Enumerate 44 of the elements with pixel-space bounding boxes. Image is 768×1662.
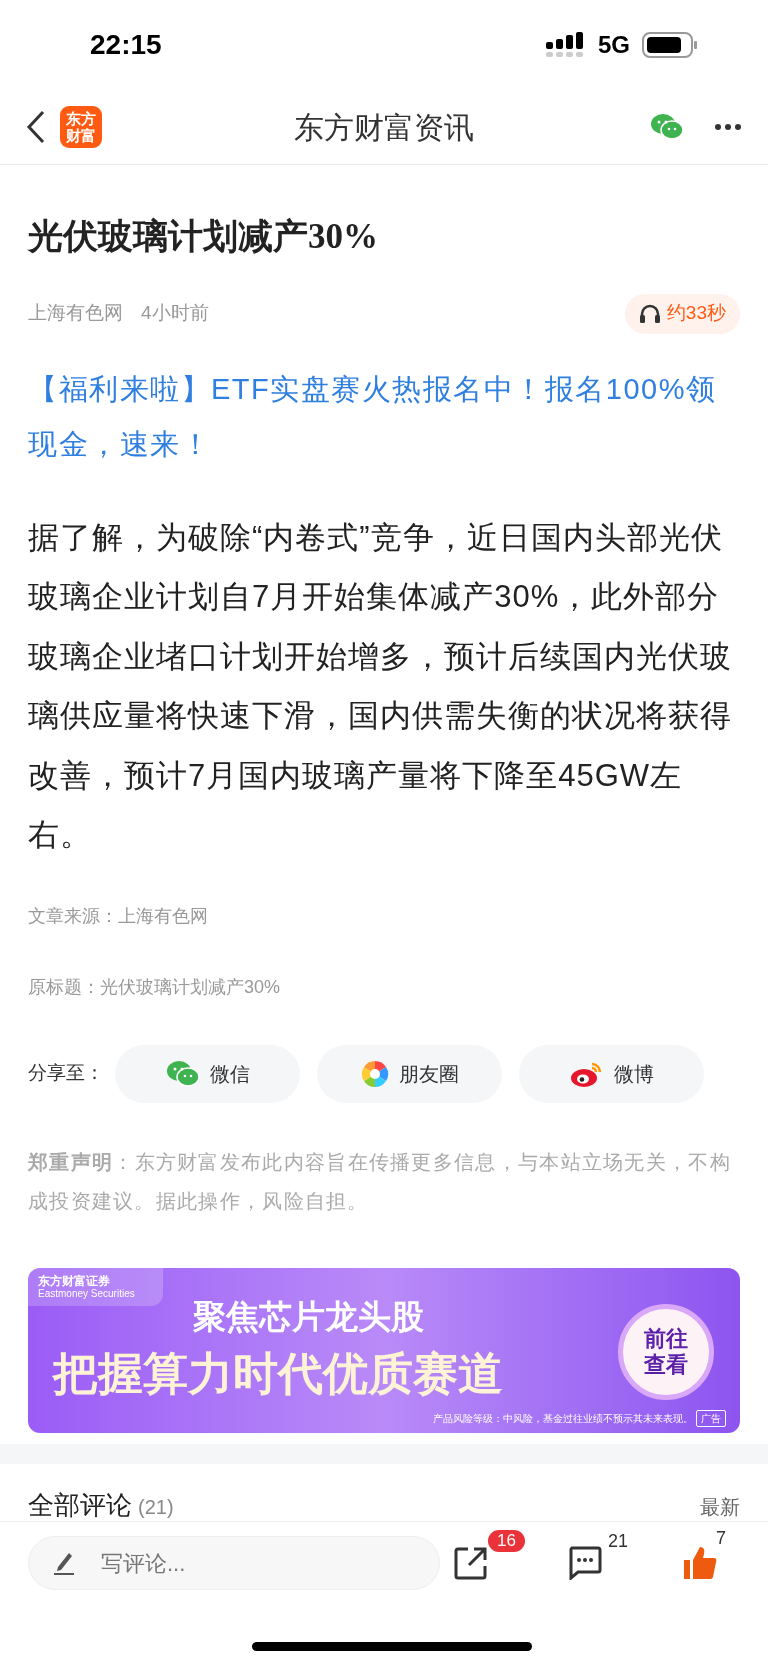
share-icon[interactable]	[454, 1546, 488, 1580]
article-origin: 文章来源：上海有色网	[28, 904, 209, 928]
ad-label: 广告	[696, 1409, 726, 1427]
app-logo: 东方财富	[60, 106, 102, 148]
network-label: 5G	[598, 30, 630, 60]
share-button[interactable]: 微博	[519, 1044, 704, 1103]
original-title: 原标题：光伏玻璃计划减产30%	[28, 975, 282, 999]
page-title: 东方财富资讯	[294, 109, 474, 146]
ad-banner[interactable]: 东方财富证券 Eastmoney Securities 聚焦芯片龙头股 把握算力时代优质赛道 前往查看 产品风险等级：中风险，基金过往业绩不预示其未来表现。 广告	[28, 1267, 740, 1433]
article-title: 光伏玻璃计划减产30%	[28, 216, 379, 258]
comment-icon[interactable]	[568, 1546, 602, 1580]
status-time: 22:15	[90, 28, 162, 62]
comment-placeholder: 写评论...	[101, 1549, 186, 1578]
headphones-icon	[638, 303, 661, 324]
comments-count: (21)	[138, 1494, 174, 1520]
banner-subheadline: 把握算力时代优质赛道	[53, 1347, 503, 1400]
share-label: 分享至：	[28, 1061, 98, 1086]
sort-dropdown[interactable]: 最新	[700, 1491, 740, 1522]
share-count-badge: 16	[488, 1530, 525, 1552]
like-count: 7	[716, 1527, 726, 1550]
comment-input[interactable]: 写评论...	[28, 1536, 440, 1590]
risk-note: 产品风险等级：中风险，基金过往业绩不预示其未来表现。	[433, 1411, 693, 1426]
battery-icon	[642, 32, 698, 58]
brand-subtitle: Eastmoney Securities	[38, 1287, 136, 1300]
wechat-share-icon[interactable]	[650, 112, 684, 142]
comment-count: 21	[608, 1530, 629, 1553]
wechat-icon	[165, 1058, 200, 1089]
pencil-icon	[53, 1550, 75, 1576]
article-source: 上海有色网	[28, 301, 123, 326]
article-time: 4小时前	[141, 301, 209, 326]
back-icon[interactable]	[26, 110, 46, 144]
aperture-icon	[360, 1059, 389, 1088]
more-icon[interactable]	[714, 123, 742, 131]
thumbs-up-icon[interactable]	[682, 1545, 718, 1581]
share-button[interactable]: 微信	[115, 1044, 300, 1103]
share-button[interactable]: 朋友圈	[317, 1044, 502, 1103]
brand-name: 东方财富证券	[38, 1273, 111, 1288]
comments-title: 全部评论	[28, 1488, 132, 1522]
disclaimer: 郑重声明：东方财富发布此内容旨在传播更多信息，与本站立场无关，不构成投资建议。据此操作，风险自担。	[28, 1149, 732, 1214]
cta-button[interactable]: 前往查看	[618, 1303, 714, 1400]
banner-headline: 聚焦芯片龙头股	[193, 1296, 424, 1337]
article-body: 据了解，为破除“内卷式”竞争，近日国内头部光伏玻璃企业计划自7月开始集体减产30%，此外部分玻璃企业堵口计划开始增多，预计后续国内光伏玻璃供应量将快速下滑，国内供需失衡的状况将获得改善，预计7月国内玻璃产量将下降至45GW左右。	[28, 518, 733, 854]
signal-icon	[546, 32, 586, 58]
promo-link[interactable]: 【福利来啦】ETF实盘赛火热报名中！报名100%领现金，速来！	[28, 361, 740, 472]
